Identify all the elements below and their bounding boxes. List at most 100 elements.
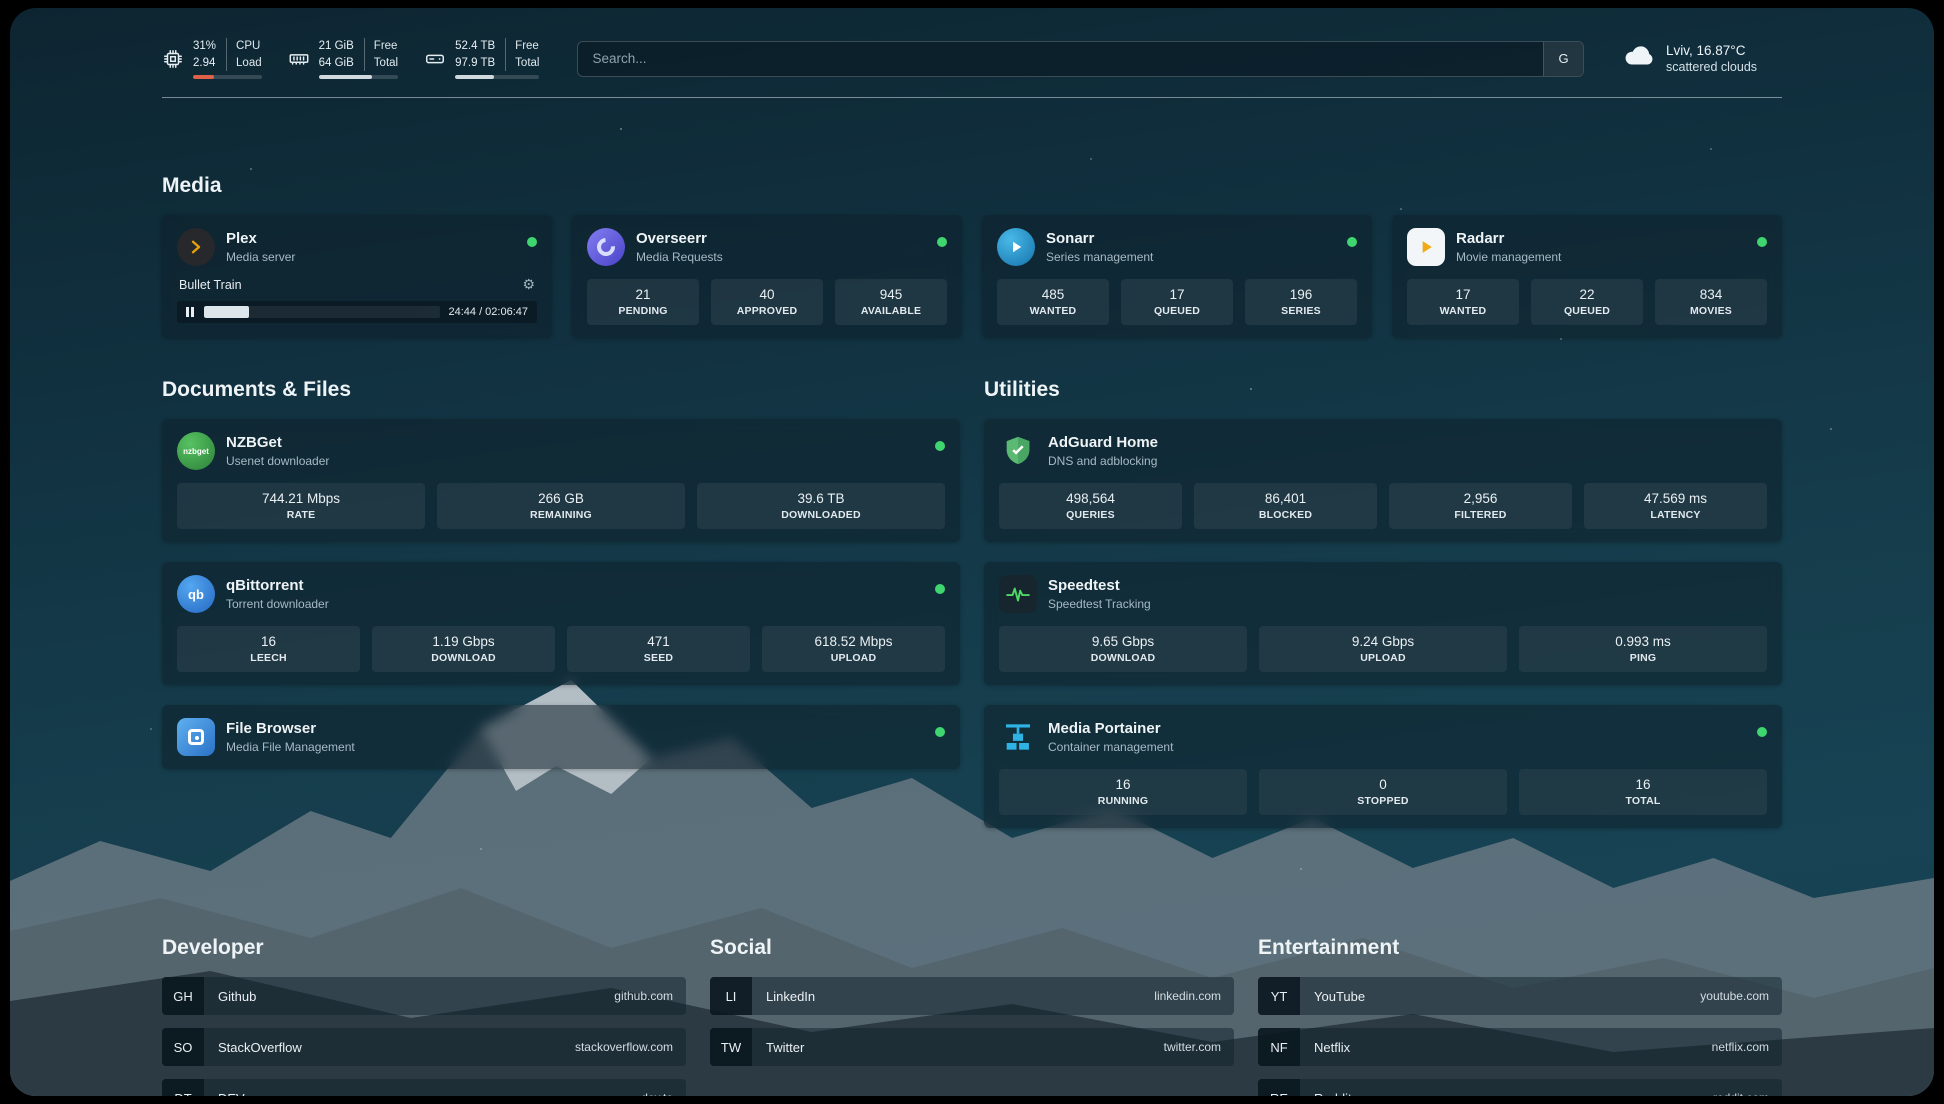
status-online-dot: [1757, 237, 1767, 247]
stat-ping: 0.993 ms PING: [1519, 626, 1767, 672]
section-title-utilities: Utilities: [984, 378, 1782, 402]
settings-gear-icon[interactable]: ⚙: [522, 276, 535, 293]
playback-progress-bar[interactable]: [204, 306, 440, 318]
stat-seed: 471 SEED: [567, 626, 750, 672]
bookmark-abbr-badge: DT: [162, 1079, 204, 1096]
section-title-developer: Developer: [162, 936, 686, 960]
search-input[interactable]: [578, 42, 1543, 76]
stat-upload: 618.52 Mbps UPLOAD: [762, 626, 945, 672]
stat-series: 196 SERIES: [1245, 279, 1357, 325]
disk-labels: Free Total: [505, 38, 539, 71]
stat-wanted: 17 WANTED: [1407, 279, 1519, 325]
nzbget-icon: nzbget: [177, 432, 215, 470]
qbittorrent-card[interactable]: qb qBittorrent Torrent downloader 16 LEE…: [162, 562, 960, 685]
stat-queries: 498,564 QUERIES: [999, 483, 1182, 529]
stat-approved: 40 APPROVED: [711, 279, 823, 325]
app-name: Radarr: [1456, 230, 1561, 247]
drive-icon: [424, 48, 446, 70]
bookmark-netflix[interactable]: NF Netflix netflix.com: [1258, 1028, 1782, 1066]
bookmark-abbr-badge: TW: [710, 1028, 752, 1066]
memory-values: 21 GiB 64 GiB: [319, 38, 354, 71]
portainer-card[interactable]: Media Portainer Container management 16 …: [984, 705, 1782, 828]
stat-remaining: 266 GB REMAINING: [437, 483, 685, 529]
bookmark-linkedin[interactable]: LI LinkedIn linkedin.com: [710, 977, 1234, 1015]
filebrowser-card[interactable]: File Browser Media File Management: [162, 705, 960, 769]
dashboard-content: 31% 2.94 CPU Load: [10, 8, 1934, 1096]
stat-queued: 17 QUEUED: [1121, 279, 1233, 325]
screen: 31% 2.94 CPU Load: [0, 0, 1944, 1104]
system-stats: 31% 2.94 CPU Load: [162, 38, 539, 79]
disk-free-value: 52.4 TB: [455, 38, 495, 55]
disk-meter: [455, 75, 539, 79]
bookmark-youtube[interactable]: YT YouTube youtube.com: [1258, 977, 1782, 1015]
cpu-widget: 31% 2.94 CPU Load: [162, 38, 262, 79]
app-name: qBittorrent: [226, 577, 329, 594]
app-subtitle: Torrent downloader: [226, 597, 329, 611]
app-name: Sonarr: [1046, 230, 1153, 247]
status-online-dot: [935, 727, 945, 737]
top-bar: 31% 2.94 CPU Load: [162, 38, 1782, 79]
adguard-card[interactable]: AdGuard Home DNS and adblocking 498,564 …: [984, 419, 1782, 542]
nzbget-card[interactable]: nzbget NZBGet Usenet downloader 744.21 M…: [162, 419, 960, 542]
bookmark-abbr-badge: YT: [1258, 977, 1300, 1015]
bookmark-github[interactable]: GH Github github.com: [162, 977, 686, 1015]
status-online-dot: [937, 237, 947, 247]
app-name: AdGuard Home: [1048, 434, 1158, 451]
playback-time: 24:44 / 02:06:47: [448, 306, 528, 318]
bookmark-abbr-badge: NF: [1258, 1028, 1300, 1066]
weather-condition: scattered clouds: [1666, 60, 1757, 74]
disk-values: 52.4 TB 97.9 TB: [455, 38, 495, 71]
speedtest-waveform-icon: [999, 575, 1037, 613]
bookmark-reddit[interactable]: RE Reddit reddit.com: [1258, 1079, 1782, 1096]
section-utilities: Utilities Ad: [984, 378, 1782, 848]
portainer-crane-icon: [999, 718, 1037, 756]
stat-pending: 21 PENDING: [587, 279, 699, 325]
status-online-dot: [1347, 237, 1357, 247]
speedtest-card[interactable]: Speedtest Speedtest Tracking 9.65 Gbps D…: [984, 562, 1782, 685]
chip-icon: [162, 48, 184, 70]
stat-download: 9.65 Gbps DOWNLOAD: [999, 626, 1247, 672]
memory-meter: [319, 75, 398, 79]
section-title-social: Social: [710, 936, 1234, 960]
overseerr-card[interactable]: Overseerr Media Requests 21 PENDING: [572, 215, 962, 338]
weather-widget: Lviv, 16.87°C scattered clouds: [1622, 39, 1782, 78]
section-developer: Developer GH Github github.com SO StackO…: [162, 936, 686, 1096]
disk-widget: 52.4 TB 97.9 TB Free Total: [424, 38, 539, 79]
stat-movies: 834 MOVIES: [1655, 279, 1767, 325]
bookmark-abbr-badge: RE: [1258, 1079, 1300, 1096]
sonarr-card[interactable]: Sonarr Series management 485 WANTED: [982, 215, 1372, 338]
app-subtitle: DNS and adblocking: [1048, 454, 1158, 468]
app-name: NZBGet: [226, 434, 329, 451]
stat-downloaded: 39.6 TB DOWNLOADED: [697, 483, 945, 529]
section-social: Social LI LinkedIn linkedin.com TW Twitt…: [710, 936, 1234, 1096]
cpu-load-value: 2.94: [193, 55, 216, 72]
plex-card[interactable]: Plex Media server Bullet Train ⚙: [162, 215, 552, 338]
cpu-percent: 31%: [193, 38, 216, 55]
app-subtitle: Usenet downloader: [226, 454, 329, 468]
radarr-icon: [1407, 228, 1445, 266]
stat-available: 945 AVAILABLE: [835, 279, 947, 325]
status-online-dot: [527, 237, 537, 247]
app-subtitle: Series management: [1046, 250, 1153, 264]
pause-button[interactable]: [184, 306, 196, 318]
sonarr-icon: [997, 228, 1035, 266]
memory-labels: Free Total: [364, 38, 398, 71]
bookmark-abbr-badge: LI: [710, 977, 752, 1015]
search-provider-button[interactable]: G: [1543, 42, 1583, 76]
radarr-card[interactable]: Radarr Movie management 17 WANTED 2: [1392, 215, 1782, 338]
bookmark-abbr-badge: GH: [162, 977, 204, 1015]
bookmark-stackoverflow[interactable]: SO StackOverflow stackoverflow.com: [162, 1028, 686, 1066]
section-title-media: Media: [162, 174, 1782, 198]
cpu-labels: CPU Load: [226, 38, 262, 71]
app-subtitle: Speedtest Tracking: [1048, 597, 1151, 611]
ram-icon: [288, 48, 310, 70]
bookmark-twitter[interactable]: TW Twitter twitter.com: [710, 1028, 1234, 1066]
section-title-entertainment: Entertainment: [1258, 936, 1782, 960]
stat-download: 1.19 Gbps DOWNLOAD: [372, 626, 555, 672]
stat-leech: 16 LEECH: [177, 626, 360, 672]
stat-filtered: 2,956 FILTERED: [1389, 483, 1572, 529]
memory-widget: 21 GiB 64 GiB Free Total: [288, 38, 398, 79]
bookmark-dev[interactable]: DT DEV dev.to: [162, 1079, 686, 1096]
app-name: Speedtest: [1048, 577, 1151, 594]
app-subtitle: Media server: [226, 250, 295, 264]
